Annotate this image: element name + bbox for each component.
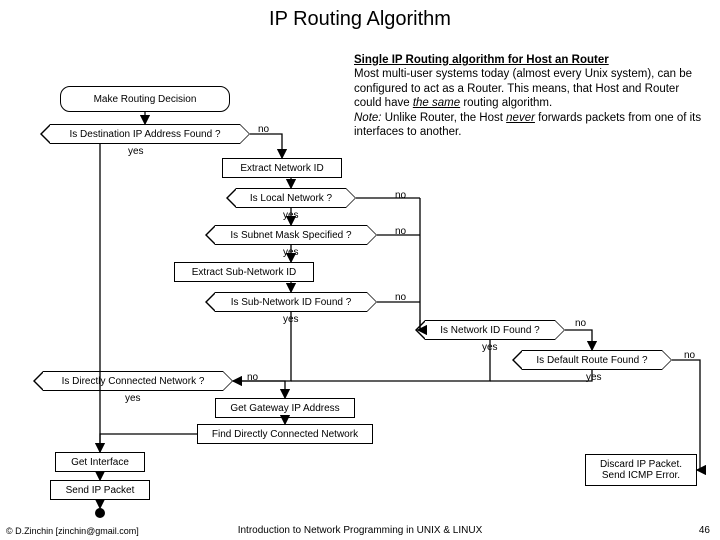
node-default-found: Is Default Route Found ? [512, 350, 672, 370]
label-no-5: no [575, 318, 586, 329]
desc-note-a: Unlike Router, the Host [382, 112, 507, 124]
label-yes-6: yes [586, 372, 602, 383]
node-extract-net: Extract Network ID [222, 158, 342, 178]
node-subnet-spec-label: Is Subnet Mask Specified ? [215, 225, 367, 245]
footer-page: 46 [699, 525, 710, 536]
desc-body-b: the same [413, 97, 460, 109]
node-send-pkt: Send IP Packet [50, 480, 150, 500]
description-block: Single IP Routing algorithm for Host an … [354, 53, 706, 139]
node-is-local-label: Is Local Network ? [236, 188, 346, 208]
node-net-found: Is Network ID Found ? [415, 320, 565, 340]
desc-body-c: routing algorithm. [460, 97, 552, 109]
node-get-gateway: Get Gateway IP Address [215, 398, 355, 418]
node-sub-found-label: Is Sub-Network ID Found ? [215, 292, 367, 312]
label-yes-2: yes [283, 210, 299, 221]
node-direct-net-label: Is Directly Connected Network ? [43, 371, 223, 391]
node-discard: Discard IP Packet. Send ICMP Error. [585, 454, 697, 486]
node-dest-found: Is Destination IP Address Found ? [40, 124, 250, 144]
node-subnet-spec: Is Subnet Mask Specified ? [205, 225, 377, 245]
node-make-decision: Make Routing Decision [60, 86, 230, 112]
label-yes-3: yes [283, 247, 299, 258]
label-yes-5: yes [482, 342, 498, 353]
desc-heading: Single IP Routing algorithm for Host an … [354, 54, 609, 66]
label-no-3: no [395, 226, 406, 237]
node-extract-sub: Extract Sub-Network ID [174, 262, 314, 282]
terminator-dot [95, 508, 105, 518]
node-dest-found-label: Is Destination IP Address Found ? [50, 124, 240, 144]
node-default-found-label: Is Default Route Found ? [522, 350, 662, 370]
page-title: IP Routing Algorithm [0, 8, 720, 31]
label-yes-4: yes [283, 314, 299, 325]
label-no-2: no [395, 190, 406, 201]
label-no-6: no [684, 350, 695, 361]
node-get-iface: Get Interface [55, 452, 145, 472]
label-no-4: no [395, 292, 406, 303]
node-sub-found: Is Sub-Network ID Found ? [205, 292, 377, 312]
node-direct-net: Is Directly Connected Network ? [33, 371, 233, 391]
node-net-found-label: Is Network ID Found ? [425, 320, 555, 340]
label-no-7: no [247, 372, 258, 383]
footer-center: Introduction to Network Programming in U… [0, 525, 720, 536]
node-is-local: Is Local Network ? [226, 188, 356, 208]
desc-note-label: Note: [354, 112, 382, 124]
node-find-direct: Find Directly Connected Network [197, 424, 373, 444]
label-yes-1: yes [128, 146, 144, 157]
desc-note-b: never [506, 112, 535, 124]
label-yes-7: yes [125, 393, 141, 404]
label-no-1: no [258, 124, 269, 135]
